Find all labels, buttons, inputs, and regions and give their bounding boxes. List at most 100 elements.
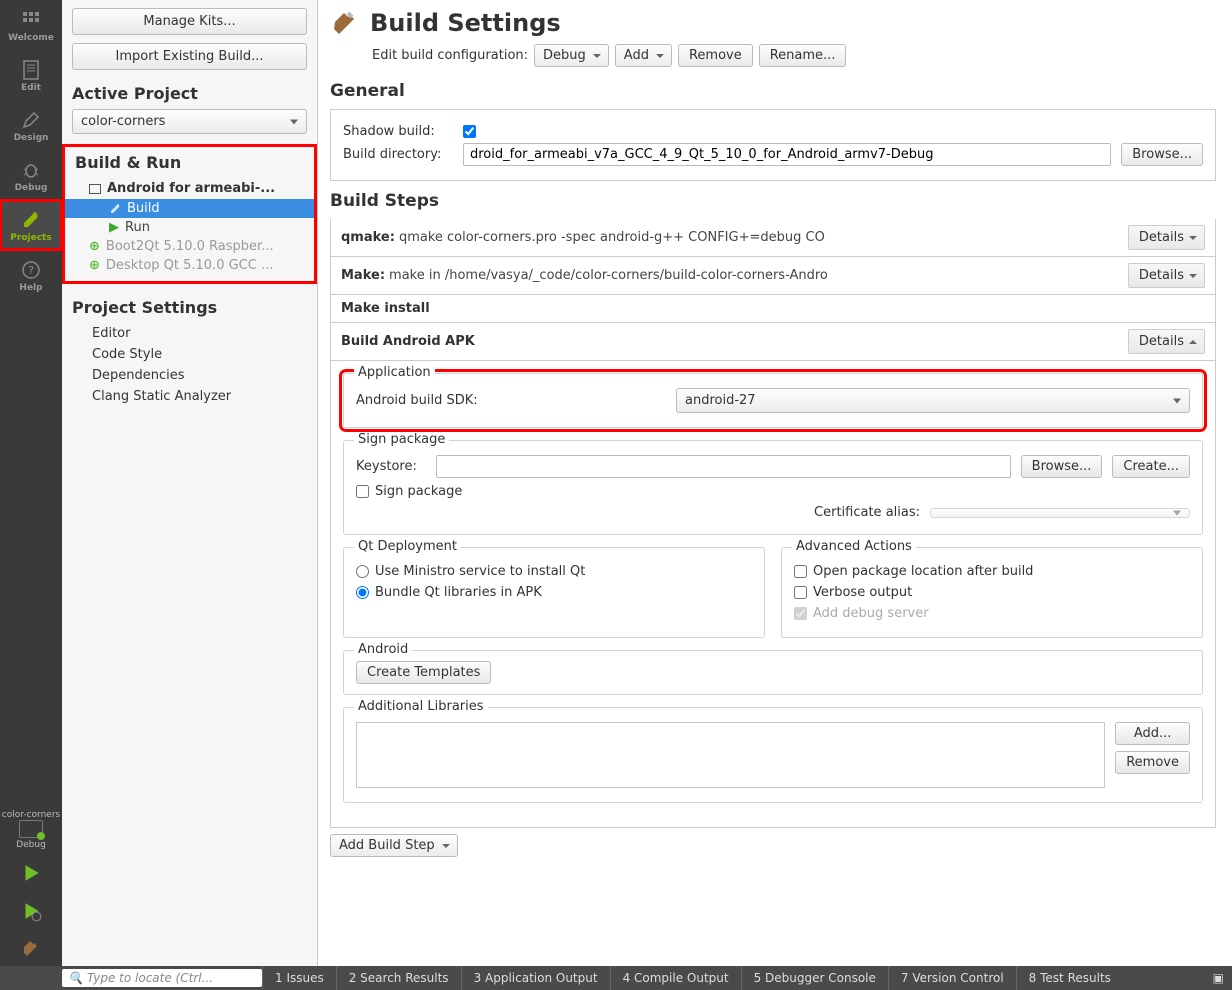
deploy-bundle-radio[interactable]: [356, 586, 369, 599]
kit-run[interactable]: ▶ Run: [65, 218, 314, 237]
import-build-button[interactable]: Import Existing Build...: [72, 43, 307, 70]
keystore-create-button[interactable]: Create...: [1112, 455, 1190, 478]
mode-design[interactable]: Design: [0, 100, 62, 150]
keystore-label: Keystore:: [356, 459, 426, 474]
sign-package-checkbox[interactable]: [356, 485, 369, 498]
manage-kits-button[interactable]: Manage Kits...: [72, 8, 307, 35]
add-config-button[interactable]: Add: [615, 44, 672, 67]
sign-group-title: Sign package: [354, 432, 449, 447]
wrench-icon: [20, 209, 42, 231]
sign-group: Sign package Keystore: Browse... Create.…: [343, 440, 1203, 535]
android-sdk-select[interactable]: android-27: [676, 388, 1190, 413]
hammer-icon: [330, 8, 360, 38]
mode-welcome[interactable]: Welcome: [0, 0, 62, 50]
kit-android[interactable]: Android for armeabi-...: [65, 178, 314, 199]
create-templates-button[interactable]: Create Templates: [356, 661, 491, 684]
tab-version-control[interactable]: 7 Version Control: [888, 966, 1016, 990]
keystore-browse-button[interactable]: Browse...: [1021, 455, 1103, 478]
config-select[interactable]: Debug: [534, 44, 609, 67]
pencil-icon: [20, 109, 42, 131]
device-icon: [19, 820, 43, 838]
apk-details-button[interactable]: Details: [1128, 329, 1205, 354]
keystore-input[interactable]: [436, 455, 1011, 478]
ps-code-style[interactable]: Code Style: [72, 344, 307, 365]
bug-icon: [20, 159, 42, 181]
deployment-group: Qt Deployment Use Ministro service to in…: [343, 547, 765, 638]
ps-dependencies[interactable]: Dependencies: [72, 365, 307, 386]
edit-config-label: Edit build configuration:: [372, 48, 528, 63]
cert-alias-label: Certificate alias:: [814, 505, 920, 520]
remove-config-button[interactable]: Remove: [678, 44, 753, 67]
android-sdk-label: Android build SDK:: [356, 393, 666, 408]
tab-compile-output[interactable]: 4 Compile Output: [610, 966, 741, 990]
libs-listbox[interactable]: [356, 722, 1105, 788]
mode-projects[interactable]: Projects: [0, 200, 62, 250]
tab-debugger-console[interactable]: 5 Debugger Console: [741, 966, 888, 990]
mode-help[interactable]: ? Help: [0, 250, 62, 300]
step-qmake: qmake: qmake color-corners.pro -spec and…: [330, 219, 1216, 257]
advanced-group: Advanced Actions Open package location a…: [781, 547, 1203, 638]
debug-server-checkbox: [794, 607, 807, 620]
build-button[interactable]: [0, 930, 62, 966]
run-button[interactable]: [0, 854, 62, 892]
general-heading: General: [330, 81, 1216, 101]
mode-debug[interactable]: Debug: [0, 150, 62, 200]
active-project-select[interactable]: color-corners: [72, 109, 307, 134]
active-project-heading: Active Project: [72, 84, 307, 103]
ps-editor[interactable]: Editor: [72, 323, 307, 344]
qmake-details-button[interactable]: Details: [1128, 225, 1205, 250]
tab-search-results[interactable]: 2 Search Results: [336, 966, 461, 990]
build-run-heading: Build & Run: [75, 153, 314, 172]
kit-build[interactable]: Build: [65, 199, 314, 218]
tab-issues[interactable]: 1 Issues: [262, 966, 336, 990]
deployment-group-title: Qt Deployment: [354, 539, 461, 554]
search-icon: 🔍: [68, 971, 83, 985]
rename-config-button[interactable]: Rename...: [759, 44, 847, 67]
plus-icon: ⊕: [89, 239, 100, 254]
mode-edit[interactable]: Edit: [0, 50, 62, 100]
wrench-icon: [109, 203, 121, 215]
verbose-checkbox[interactable]: [794, 586, 807, 599]
sign-package-label: Sign package: [375, 484, 462, 499]
kit-desktop[interactable]: ⊕Desktop Qt 5.10.0 GCC ...: [65, 256, 314, 275]
android-group-title: Android: [354, 642, 412, 657]
add-build-step-button[interactable]: Add Build Step: [330, 834, 458, 857]
step-make: Make: make in /home/vasya/_code/color-co…: [330, 257, 1216, 295]
step-make-install: Make install: [330, 295, 1216, 323]
deploy-ministro-radio[interactable]: [356, 565, 369, 578]
tab-test-results[interactable]: 8 Test Results: [1016, 966, 1123, 990]
shadow-build-label: Shadow build:: [343, 124, 453, 139]
make-details-button[interactable]: Details: [1128, 263, 1205, 288]
grid-icon: [20, 9, 42, 31]
run-debug-button[interactable]: [0, 892, 62, 930]
cert-alias-select[interactable]: [930, 508, 1190, 518]
build-dir-label: Build directory:: [343, 147, 453, 162]
advanced-group-title: Advanced Actions: [792, 539, 916, 554]
ps-clang[interactable]: Clang Static Analyzer: [72, 386, 307, 407]
output-toggle-icon[interactable]: ▣: [1205, 971, 1232, 985]
page-title: Build Settings: [370, 9, 561, 37]
application-group: Application Android build SDK: android-2…: [343, 373, 1203, 428]
target-selector[interactable]: color-corners Debug: [0, 806, 62, 854]
open-pkg-checkbox[interactable]: [794, 565, 807, 578]
document-icon: [20, 59, 42, 81]
locator-input[interactable]: 🔍 Type to locate (Ctrl...: [62, 969, 262, 987]
build-dir-browse-button[interactable]: Browse...: [1121, 143, 1203, 166]
tab-app-output[interactable]: 3 Application Output: [461, 966, 610, 990]
libs-add-button[interactable]: Add...: [1115, 722, 1190, 745]
shadow-build-checkbox[interactable]: [463, 125, 476, 138]
project-settings-heading: Project Settings: [72, 298, 307, 317]
android-group: Android Create Templates: [343, 650, 1203, 695]
bottom-bar: 🔍 Type to locate (Ctrl... 1 Issues 2 Sea…: [0, 966, 1232, 990]
mode-bar: Welcome Edit Design Debug Projects: [0, 0, 62, 966]
build-dir-input[interactable]: [463, 143, 1111, 166]
libs-group: Additional Libraries Add... Remove: [343, 707, 1203, 803]
play-icon: ▶: [109, 220, 119, 235]
libs-remove-button[interactable]: Remove: [1115, 751, 1190, 774]
libs-group-title: Additional Libraries: [354, 699, 488, 714]
step-apk: Build Android APK Details: [330, 323, 1216, 361]
target-mode: Debug: [0, 840, 62, 850]
help-icon: ?: [20, 259, 42, 281]
kit-boot2qt[interactable]: ⊕Boot2Qt 5.10.0 Raspber...: [65, 237, 314, 256]
target-project: color-corners: [0, 810, 62, 820]
